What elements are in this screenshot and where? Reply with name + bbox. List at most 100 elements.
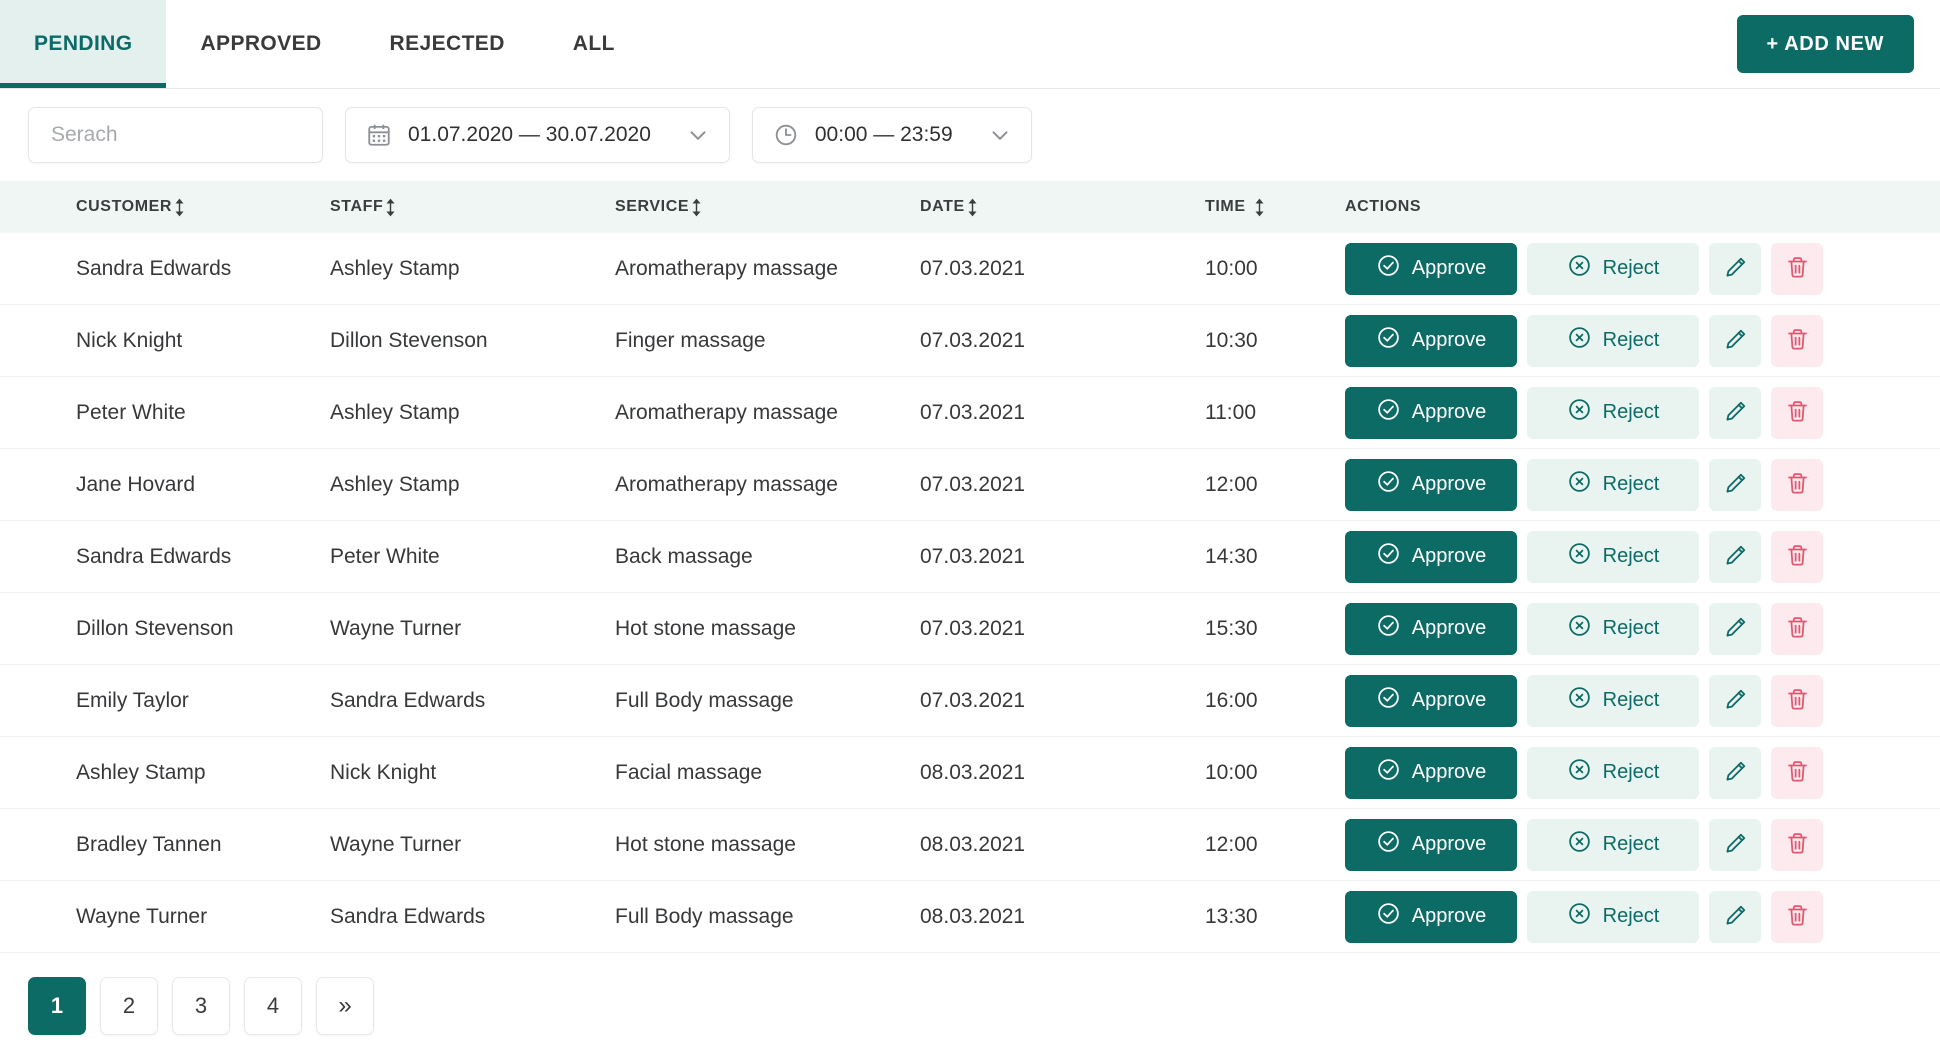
cell-time: 15:30 [1205, 616, 1258, 640]
reject-button[interactable]: Reject [1527, 530, 1699, 583]
search-input[interactable] [51, 123, 300, 147]
delete-button[interactable] [1771, 386, 1823, 439]
approve-button[interactable]: Approve [1345, 314, 1517, 367]
column-header-staff[interactable]: STAFF [330, 198, 615, 217]
reject-button[interactable]: Reject [1527, 674, 1699, 727]
reject-button[interactable]: Reject [1527, 314, 1699, 367]
cell-staff: Peter White [330, 544, 440, 568]
approve-button[interactable]: Approve [1345, 890, 1517, 943]
cell-actions: Approve Reject [1345, 890, 1940, 943]
reject-button[interactable]: Reject [1527, 386, 1699, 439]
sort-icon[interactable] [1253, 198, 1266, 217]
edit-button[interactable] [1709, 602, 1761, 655]
tab-all[interactable]: ALL [539, 0, 649, 88]
add-new-button[interactable]: + ADD NEW [1736, 15, 1914, 73]
cell-customer: Jane Hovard [76, 472, 196, 496]
edit-button[interactable] [1709, 674, 1761, 727]
edit-button[interactable] [1709, 314, 1761, 367]
table-row: Sandra Edwards Ashley Stamp Aromatherapy m… [0, 233, 1940, 305]
tab-approved[interactable]: APPROVED [166, 0, 355, 88]
check-circle-icon [1376, 757, 1401, 788]
cell-customer: Peter White [76, 400, 186, 424]
x-circle-icon [1567, 325, 1592, 356]
tab-rejected[interactable]: REJECTED [356, 0, 539, 88]
column-header-time[interactable]: TIME [1205, 198, 1345, 217]
delete-button[interactable] [1771, 602, 1823, 655]
tab-pending[interactable]: PENDING [0, 0, 167, 88]
check-circle-icon [1376, 685, 1401, 716]
time-range-picker[interactable]: 00:00 — 23:59 [751, 107, 1032, 163]
cell-staff: Ashley Stamp [330, 472, 460, 496]
edit-button[interactable] [1709, 386, 1761, 439]
pagination-page-1[interactable]: 1 [28, 977, 86, 1035]
cell-staff: Dillon Stevenson [330, 328, 488, 352]
sort-icon[interactable] [690, 198, 703, 217]
approve-label: Approve [1411, 545, 1487, 567]
sort-icon[interactable] [966, 198, 979, 217]
approve-button[interactable]: Approve [1345, 458, 1517, 511]
delete-button[interactable] [1771, 530, 1823, 583]
cell-actions: Approve Reject [1345, 530, 1940, 583]
delete-button[interactable] [1771, 242, 1823, 295]
column-header-date[interactable]: DATE [920, 198, 1205, 217]
approve-button[interactable]: Approve [1345, 674, 1517, 727]
cell-date: 07.03.2021 [920, 400, 1026, 424]
sort-icon[interactable] [173, 198, 186, 217]
date-range-picker[interactable]: 01.07.2020 — 30.07.2020 [345, 107, 730, 163]
reject-button[interactable]: Reject [1527, 242, 1699, 295]
cell-actions: Approve Reject [1345, 458, 1940, 511]
table-row: Wayne Turner Sandra Edwards Full Body mass… [0, 881, 1940, 953]
table-row: Peter White Ashley Stamp Aromatherapy mass… [0, 377, 1940, 449]
x-circle-icon [1567, 541, 1592, 572]
tab-label: ALL [572, 32, 615, 55]
approve-label: Approve [1411, 761, 1487, 783]
pagination-page-4[interactable]: 4 [244, 977, 302, 1035]
table-row: Jane Hovard Ashley Stamp Aromatherapy mass… [0, 449, 1940, 521]
approve-button[interactable]: Approve [1345, 530, 1517, 583]
table-row: Dillon Stevenson Wayne Turner Hot stone ma… [0, 593, 1940, 665]
column-header-service[interactable]: SERVICE [615, 198, 920, 217]
edit-button[interactable] [1709, 458, 1761, 511]
pagination-page-2[interactable]: 2 [100, 977, 158, 1035]
edit-button[interactable] [1709, 818, 1761, 871]
delete-button[interactable] [1771, 818, 1823, 871]
reject-button[interactable]: Reject [1527, 458, 1699, 511]
edit-button[interactable] [1709, 746, 1761, 799]
delete-button[interactable] [1771, 458, 1823, 511]
delete-button[interactable] [1771, 674, 1823, 727]
column-header-customer[interactable]: CUSTOMER [0, 198, 330, 217]
delete-button[interactable] [1771, 746, 1823, 799]
column-header-label: SERVICE [615, 198, 690, 215]
approve-label: Approve [1411, 833, 1487, 855]
reject-button[interactable]: Reject [1527, 746, 1699, 799]
trash-icon [1785, 615, 1810, 643]
appointments-table: CUSTOMER STAFF SERVICE DATE TIME ACTIONS Sand… [0, 181, 1940, 953]
approve-button[interactable]: Approve [1345, 386, 1517, 439]
approve-button[interactable]: Approve [1345, 602, 1517, 655]
cell-customer: Dillon Stevenson [76, 616, 234, 640]
reject-button[interactable]: Reject [1527, 602, 1699, 655]
search-field-wrapper[interactable] [28, 107, 323, 163]
approve-button[interactable]: Approve [1345, 818, 1517, 871]
edit-button[interactable] [1709, 242, 1761, 295]
approve-button[interactable]: Approve [1345, 242, 1517, 295]
sort-icon[interactable] [384, 198, 397, 217]
pagination-next-button[interactable]: » [316, 977, 374, 1035]
approve-button[interactable]: Approve [1345, 746, 1517, 799]
date-range-value: 01.07.2020 — 30.07.2020 [408, 123, 651, 146]
chevron-down-icon[interactable] [987, 122, 1013, 148]
cell-staff: Sandra Edwards [330, 904, 486, 928]
reject-label: Reject [1602, 905, 1660, 927]
cell-staff: Ashley Stamp [330, 400, 460, 424]
cell-date: 08.03.2021 [920, 760, 1026, 784]
cell-customer: Nick Knight [76, 328, 183, 352]
chevron-down-icon[interactable] [685, 122, 711, 148]
pagination-page-3[interactable]: 3 [172, 977, 230, 1035]
edit-button[interactable] [1709, 890, 1761, 943]
edit-button[interactable] [1709, 530, 1761, 583]
delete-button[interactable] [1771, 314, 1823, 367]
delete-button[interactable] [1771, 890, 1823, 943]
pencil-icon [1723, 903, 1748, 931]
reject-button[interactable]: Reject [1527, 818, 1699, 871]
reject-button[interactable]: Reject [1527, 890, 1699, 943]
